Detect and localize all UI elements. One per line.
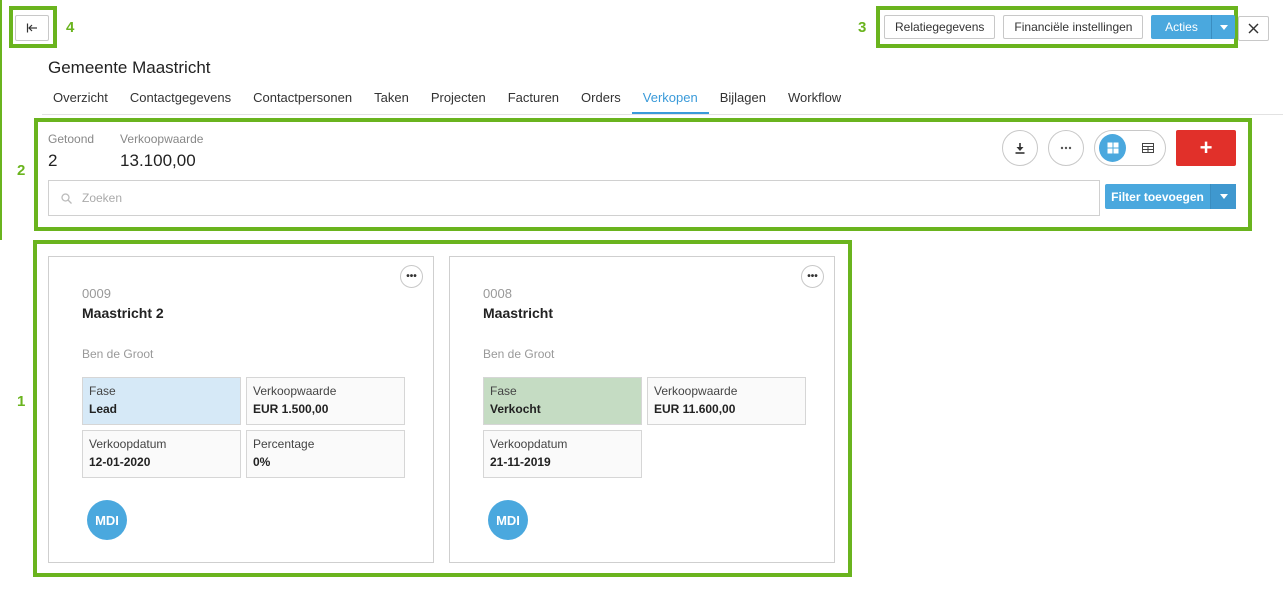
field-value: Verkocht	[490, 402, 541, 416]
filter-label: Filter toevoegen	[1111, 189, 1204, 204]
financiele-instellingen-button[interactable]: Financiële instellingen	[1003, 15, 1144, 39]
download-icon	[1015, 143, 1025, 154]
relatiegegevens-button[interactable]: Relatiegegevens	[884, 15, 996, 39]
field-value: 21-11-2019	[490, 455, 551, 469]
filter-toevoegen-button[interactable]: Filter toevoegen	[1105, 184, 1236, 209]
tab-contactgegevens[interactable]: Contactgegevens	[119, 84, 242, 114]
acties-button[interactable]: Acties	[1151, 15, 1236, 39]
annotation-number-4: 4	[66, 19, 75, 36]
field-label: Fase	[490, 384, 517, 398]
card-title: Maastricht 2	[82, 305, 164, 321]
acties-label: Acties	[1165, 20, 1198, 34]
avatar[interactable]: MDI	[87, 500, 127, 540]
field-label: Verkoopwaarde	[654, 384, 738, 398]
search-input[interactable]	[82, 191, 1099, 205]
field-percentage: Percentage 0%	[246, 430, 405, 478]
collapse-panel-button[interactable]	[15, 15, 49, 41]
field-label: Percentage	[253, 437, 315, 451]
collapse-left-icon	[26, 23, 37, 33]
tab-taken[interactable]: Taken	[363, 84, 420, 114]
more-icon	[1060, 146, 1072, 150]
field-value: EUR 1.500,00	[253, 402, 329, 416]
more-icon: •••	[406, 271, 417, 282]
field-verkoopwaarde: Verkoopwaarde EUR 1.500,00	[246, 377, 405, 425]
add-button[interactable]: +	[1176, 130, 1236, 166]
card-number: 0009	[82, 286, 111, 301]
card-menu-button[interactable]: •••	[400, 265, 423, 288]
field-verkoopdatum: Verkoopdatum 12-01-2020	[82, 430, 241, 478]
stat-verkoopwaarde: Verkoopwaarde 13.100,00	[120, 132, 203, 171]
field-label: Fase	[89, 384, 116, 398]
stat-label: Verkoopwaarde	[120, 132, 204, 146]
field-label: Verkoopdatum	[89, 437, 167, 451]
sale-card[interactable]: ••• 0009 Maastricht 2 Ben de Groot Fase …	[48, 256, 434, 563]
field-value: 12-01-2020	[89, 455, 151, 469]
chevron-down-icon[interactable]	[1210, 184, 1236, 209]
grid-view-button[interactable]	[1099, 134, 1126, 162]
chevron-down-icon[interactable]	[1211, 15, 1235, 39]
tab-contactpersonen[interactable]: Contactpersonen	[242, 84, 363, 114]
card-owner: Ben de Groot	[483, 347, 555, 361]
more-button[interactable]	[1048, 130, 1084, 166]
table-view-button[interactable]	[1134, 134, 1161, 162]
view-toggle	[1094, 130, 1166, 166]
card-menu-button[interactable]: •••	[801, 265, 824, 288]
tab-facturen[interactable]: Facturen	[497, 84, 570, 114]
field-fase: Fase Lead	[82, 377, 241, 425]
avatar[interactable]: MDI	[488, 500, 528, 540]
tab-verkopen[interactable]: Verkopen	[631, 84, 709, 114]
tab-overzicht[interactable]: Overzicht	[42, 84, 119, 114]
top-actions: Relatiegegevens Financiële instellingen …	[884, 15, 1236, 39]
table-view-icon	[1141, 143, 1154, 153]
field-label: Verkoopdatum	[490, 437, 568, 451]
tab-workflow[interactable]: Workflow	[777, 84, 852, 114]
search-box	[48, 180, 1100, 216]
grid-view-icon	[1107, 142, 1118, 154]
close-button[interactable]	[1238, 16, 1269, 41]
sale-card[interactable]: ••• 0008 Maastricht Ben de Groot Fase Ve…	[449, 256, 835, 563]
download-button[interactable]	[1002, 130, 1038, 166]
field-value: Lead	[89, 402, 118, 416]
card-number: 0008	[483, 286, 512, 301]
field-value: 0%	[253, 455, 271, 469]
stat-getoond: Getoond 2	[48, 132, 94, 171]
annotation-number-2: 2	[17, 162, 26, 179]
tab-projecten[interactable]: Projecten	[420, 84, 497, 114]
field-label: Verkoopwaarde	[253, 384, 337, 398]
stat-value: 2	[48, 151, 58, 170]
field-verkoopwaarde: Verkoopwaarde EUR 11.600,00	[647, 377, 806, 425]
stat-value: 13.100,00	[120, 151, 196, 170]
field-verkoopdatum: Verkoopdatum 21-11-2019	[483, 430, 642, 478]
search-icon	[61, 192, 72, 204]
tab-bar: Overzicht Contactgegevens Contactpersone…	[42, 84, 852, 114]
field-value: EUR 11.600,00	[654, 402, 736, 416]
annotation-number-1: 1	[17, 393, 26, 410]
more-icon: •••	[807, 271, 818, 282]
card-owner: Ben de Groot	[82, 347, 154, 361]
card-title: Maastricht	[483, 305, 554, 321]
page-title: Gemeente Maastricht	[48, 58, 211, 77]
tabs-divider	[42, 114, 1283, 115]
stats: Getoond 2 Verkoopwaarde 13.100,00	[48, 132, 203, 171]
close-icon	[1248, 23, 1259, 34]
left-edge-bar	[0, 0, 2, 240]
tab-bijlagen[interactable]: Bijlagen	[709, 84, 777, 114]
field-fase: Fase Verkocht	[483, 377, 642, 425]
tab-orders[interactable]: Orders	[570, 84, 632, 114]
annotation-number-3: 3	[858, 19, 867, 36]
stat-label: Getoond	[48, 132, 95, 146]
